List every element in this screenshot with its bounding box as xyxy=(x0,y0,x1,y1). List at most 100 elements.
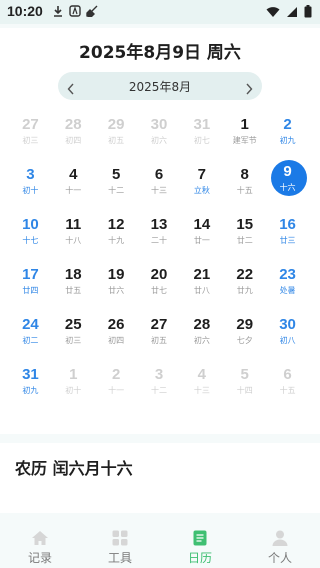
calendar-day-selected[interactable]: 9 十六 xyxy=(266,160,309,213)
calendar-day[interactable]: 7 立秋 xyxy=(180,163,223,213)
calendar-day[interactable]: 30 初六 xyxy=(138,113,181,163)
nav-item-record[interactable]: 记录 xyxy=(0,520,80,568)
calendar-day[interactable]: 2 初九 xyxy=(266,113,309,163)
calendar-day[interactable]: 5 十四 xyxy=(223,363,266,413)
calendar-day[interactable]: 25 初三 xyxy=(52,313,95,363)
month-selector[interactable]: 2025年8月 xyxy=(58,72,262,100)
day-lunar-label: 初二 xyxy=(22,336,39,345)
day-number: 27 xyxy=(22,116,39,133)
calendar-day[interactable]: 5 十二 xyxy=(95,163,138,213)
calendar-day[interactable]: 1 建军节 xyxy=(223,113,266,163)
status-bar: 10:20 xyxy=(0,0,320,24)
day-lunar-label: 初五 xyxy=(108,136,125,145)
calendar-day[interactable]: 3 十二 xyxy=(138,363,181,413)
day-number: 6 xyxy=(154,166,164,183)
day-number: 2 xyxy=(283,116,292,133)
calendar-day[interactable]: 26 初四 xyxy=(95,313,138,363)
home-icon xyxy=(0,530,80,546)
calendar-day[interactable]: 16 廿三 xyxy=(266,213,309,263)
calendar-day[interactable]: 13 二十 xyxy=(138,213,181,263)
calendar-day[interactable]: 1 初十 xyxy=(52,363,95,413)
calendar-day[interactable]: 29 初五 xyxy=(95,113,138,163)
day-lunar-label: 初三 xyxy=(22,136,39,145)
calendar-day[interactable]: 3 初十 xyxy=(9,163,52,213)
day-lunar-label: 初四 xyxy=(65,136,82,145)
day-number: 28 xyxy=(64,116,82,133)
day-lunar-label: 十一 xyxy=(65,186,82,195)
day-number: 31 xyxy=(22,366,39,383)
day-number: 30 xyxy=(150,116,168,133)
nav-label: 记录 xyxy=(27,551,52,565)
day-number: 11 xyxy=(65,216,82,233)
calendar-doc-icon xyxy=(160,530,240,546)
lunar-info-card: 农历 闰六月十六 xyxy=(0,443,320,513)
calendar-day[interactable]: 30 初八 xyxy=(266,313,309,363)
day-lunar-label: 十三 xyxy=(193,386,210,395)
day-lunar-label: 十四 xyxy=(236,386,253,395)
day-number: 2 xyxy=(111,366,121,383)
status-time: 10:20 xyxy=(7,3,43,19)
calendar-day[interactable]: 31 初九 xyxy=(9,363,52,413)
calendar-day[interactable]: 4 十一 xyxy=(52,163,95,213)
calendar-day[interactable]: 4 十三 xyxy=(180,363,223,413)
signal-icon xyxy=(286,6,298,18)
calendar-day[interactable]: 15 廿二 xyxy=(223,213,266,263)
day-lunar-label: 十八 xyxy=(65,236,82,245)
calendar-day[interactable]: 19 廿六 xyxy=(95,263,138,313)
calendar-day[interactable]: 28 初四 xyxy=(52,113,95,163)
day-number: 1 xyxy=(69,366,78,383)
wifi-icon xyxy=(266,6,280,18)
day-number: 22 xyxy=(236,266,254,283)
calendar-day[interactable]: 23 处暑 xyxy=(266,263,309,313)
day-lunar-label: 廿八 xyxy=(193,286,210,295)
nav-item-calendar[interactable]: 日历 xyxy=(160,520,240,568)
day-lunar-label: 初十 xyxy=(22,186,39,195)
day-lunar-label: 廿九 xyxy=(236,286,253,295)
chevron-right-icon[interactable] xyxy=(245,80,253,99)
battery-icon xyxy=(304,5,312,18)
calendar-day[interactable]: 28 初六 xyxy=(180,313,223,363)
day-number: 9 xyxy=(283,163,292,180)
calendar-day[interactable]: 17 廿四 xyxy=(9,263,52,313)
calendar-day[interactable]: 22 廿九 xyxy=(223,263,266,313)
calendar-day[interactable]: 6 十三 xyxy=(138,163,181,213)
day-lunar-label: 廿五 xyxy=(65,286,82,295)
calendar-day[interactable]: 11 十八 xyxy=(52,213,95,263)
day-lunar-label: 初六 xyxy=(193,336,210,345)
grid-icon xyxy=(80,530,160,546)
calendar-day[interactable]: 8 十五 xyxy=(223,163,266,213)
day-lunar-label: 廿二 xyxy=(236,236,253,245)
calendar-day[interactable]: 14 廿一 xyxy=(180,213,223,263)
calendar-day[interactable]: 27 初五 xyxy=(138,313,181,363)
download-icon xyxy=(52,5,64,17)
nav-item-tools[interactable]: 工具 xyxy=(80,520,160,568)
calendar-day[interactable]: 6 十五 xyxy=(266,363,309,413)
day-number: 5 xyxy=(111,166,121,183)
calendar-day[interactable]: 12 十九 xyxy=(95,213,138,263)
calendar-day[interactable]: 31 初七 xyxy=(180,113,223,163)
calendar-day[interactable]: 18 廿五 xyxy=(52,263,95,313)
nav-item-profile[interactable]: 个人 xyxy=(240,520,320,568)
day-lunar-label: 廿六 xyxy=(108,286,125,295)
calendar-day[interactable]: 21 廿八 xyxy=(180,263,223,313)
day-lunar-label: 十六 xyxy=(279,183,296,192)
calendar-day[interactable]: 29 七夕 xyxy=(223,313,266,363)
day-lunar-label: 十七 xyxy=(22,236,39,245)
day-lunar-label: 处暑 xyxy=(279,286,296,295)
day-lunar-label: 十一 xyxy=(108,386,125,395)
day-lunar-label: 立秋 xyxy=(193,186,210,195)
calendar-day[interactable]: 24 初二 xyxy=(9,313,52,363)
day-lunar-label: 七夕 xyxy=(236,336,253,345)
day-lunar-label: 建军节 xyxy=(232,136,257,145)
day-number: 3 xyxy=(26,166,35,183)
day-number: 31 xyxy=(193,116,211,133)
month-label[interactable]: 2025年8月 xyxy=(58,78,262,95)
day-number: 23 xyxy=(279,266,296,283)
calendar-day[interactable]: 20 廿七 xyxy=(138,263,181,313)
calendar-day[interactable]: 27 初三 xyxy=(9,113,52,163)
bottom-nav: 记录 工具 日历 个人 xyxy=(0,520,320,568)
calendar-day[interactable]: 10 十七 xyxy=(9,213,52,263)
day-number: 10 xyxy=(22,216,39,233)
calendar-day[interactable]: 2 十一 xyxy=(95,363,138,413)
day-number: 19 xyxy=(107,266,125,283)
